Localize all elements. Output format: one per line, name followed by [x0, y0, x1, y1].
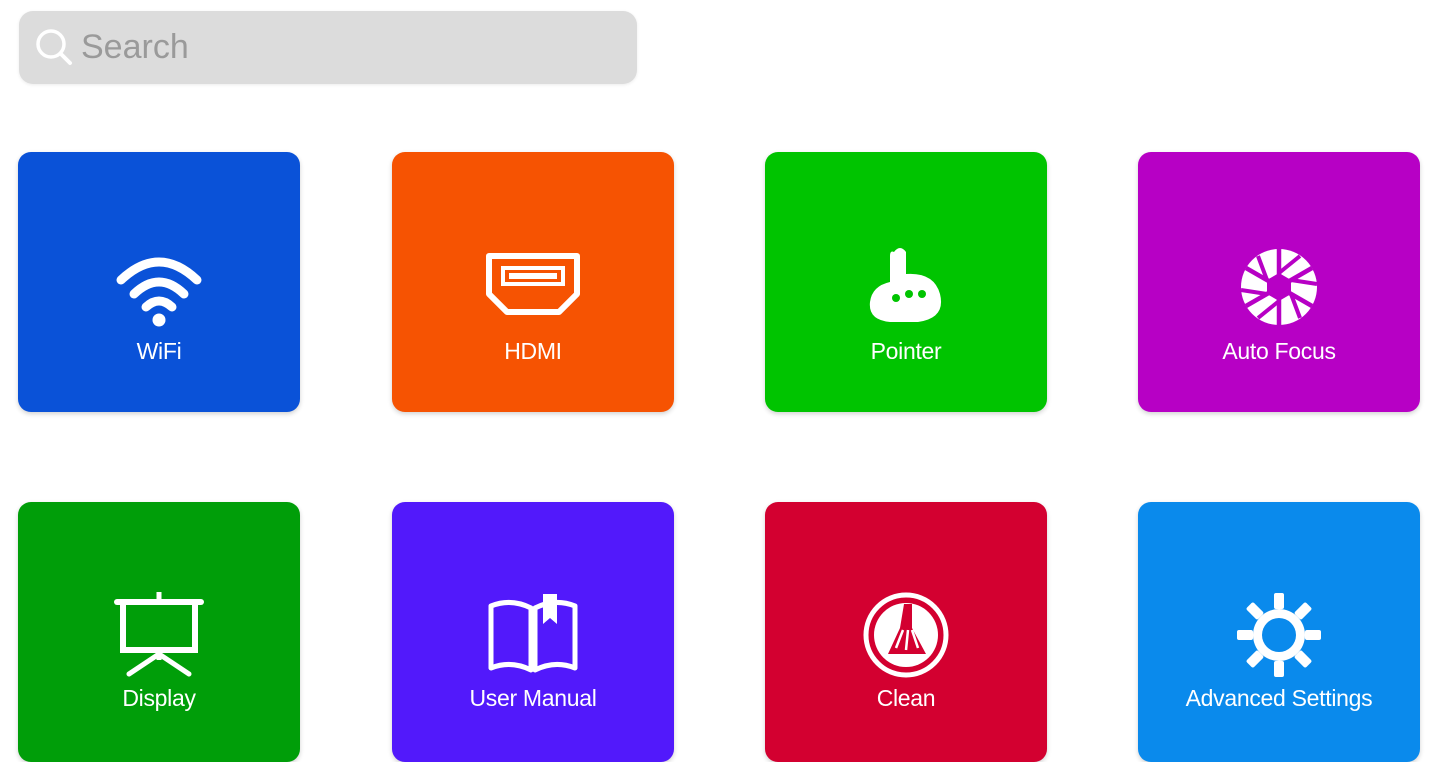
search-bar[interactable] — [19, 11, 637, 84]
tile-pointer[interactable]: Pointer — [765, 152, 1047, 412]
tile-display[interactable]: Display — [18, 502, 300, 762]
wifi-icon — [116, 257, 202, 327]
tile-clean[interactable]: Clean — [765, 502, 1047, 762]
search-input[interactable] — [79, 11, 621, 84]
hdmi-icon — [486, 253, 580, 315]
tile-label: Display — [122, 685, 196, 711]
book-icon — [488, 594, 578, 673]
aperture-icon — [1240, 249, 1318, 325]
tile-user-manual[interactable]: User Manual — [392, 502, 674, 762]
broom-icon — [863, 592, 949, 678]
pointer-icon — [869, 248, 942, 322]
tile-advanced-settings[interactable]: Advanced Settings — [1138, 502, 1420, 762]
gear-icon — [1237, 593, 1321, 677]
tile-label: WiFi — [136, 338, 182, 364]
tile-label: Advanced Settings — [1185, 685, 1373, 711]
tile-auto-focus[interactable]: Auto Focus — [1138, 152, 1420, 412]
search-icon — [36, 29, 72, 65]
tile-label: Pointer — [870, 338, 942, 364]
tile-wifi[interactable]: WiFi — [18, 152, 300, 412]
tile-hdmi[interactable]: HDMI — [392, 152, 674, 412]
projector-screen-icon — [114, 592, 204, 677]
tile-label: User Manual — [469, 685, 597, 711]
tile-label: Auto Focus — [1222, 338, 1336, 364]
tile-label: Clean — [876, 685, 936, 711]
tile-label: HDMI — [504, 338, 562, 364]
